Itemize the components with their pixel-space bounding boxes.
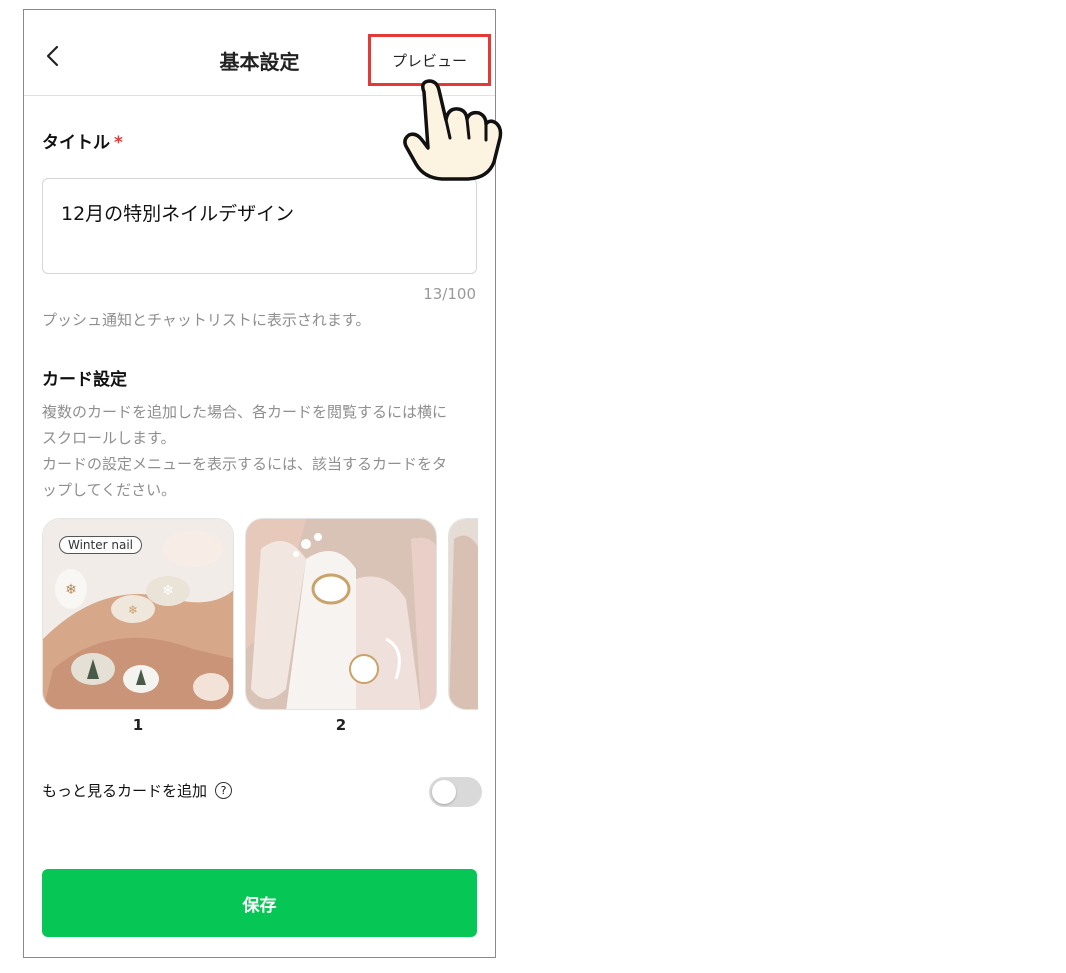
svg-text:❄: ❄ <box>162 583 174 599</box>
card-thumbnail-1[interactable]: ❄ ❄ ❄ Winter nail <box>42 518 234 710</box>
card-number-2: 2 <box>335 716 347 734</box>
question-circle-icon[interactable]: ? <box>215 782 233 799</box>
card-desc-line-3: カードの設定メニューを表示するには、該当するカードをタ <box>42 455 448 473</box>
card-tag: Winter nail <box>59 536 143 554</box>
svg-text:❄: ❄ <box>128 603 138 617</box>
card-desc-line-4: ップしてください。 <box>42 481 177 499</box>
character-counter: 13/100 <box>423 285 476 303</box>
card-settings-description: 複数のカードを追加した場合、各カードを閲覧するには横に スクロールします。 カー… <box>42 399 447 503</box>
card-carousel[interactable]: ❄ ❄ ❄ Winter nail 1 2 <box>42 518 478 738</box>
title-field-label: タイトル * <box>42 128 123 153</box>
card-number-1: 1 <box>132 716 144 734</box>
nail-photo-partial <box>449 519 478 709</box>
svg-text:❄: ❄ <box>65 582 77 598</box>
more-cards-label: もっと見るカードを追加 <box>42 782 208 800</box>
title-label-text: タイトル <box>42 133 110 153</box>
nail-photo-jewel <box>246 519 436 709</box>
card-desc-line-1: 複数のカードを追加した場合、各カードを閲覧するには横に <box>42 403 448 421</box>
more-cards-row: もっと見るカードを追加 ? <box>42 780 233 801</box>
title-input[interactable]: 12月の特別ネイルデザイン <box>42 178 477 274</box>
more-cards-toggle[interactable] <box>429 777 482 807</box>
save-button[interactable]: 保存 <box>42 869 477 937</box>
toggle-knob <box>432 780 456 804</box>
title-helper-text: プッシュ通知とチャットリストに表示されます。 <box>42 311 371 329</box>
required-mark: * <box>114 133 123 153</box>
card-settings-heading: カード設定 <box>42 370 127 390</box>
card-thumbnail-3[interactable] <box>448 518 478 710</box>
pointing-hand-icon <box>403 79 503 181</box>
card-desc-line-2: スクロールします。 <box>42 429 176 447</box>
card-thumbnail-2[interactable] <box>245 518 437 710</box>
